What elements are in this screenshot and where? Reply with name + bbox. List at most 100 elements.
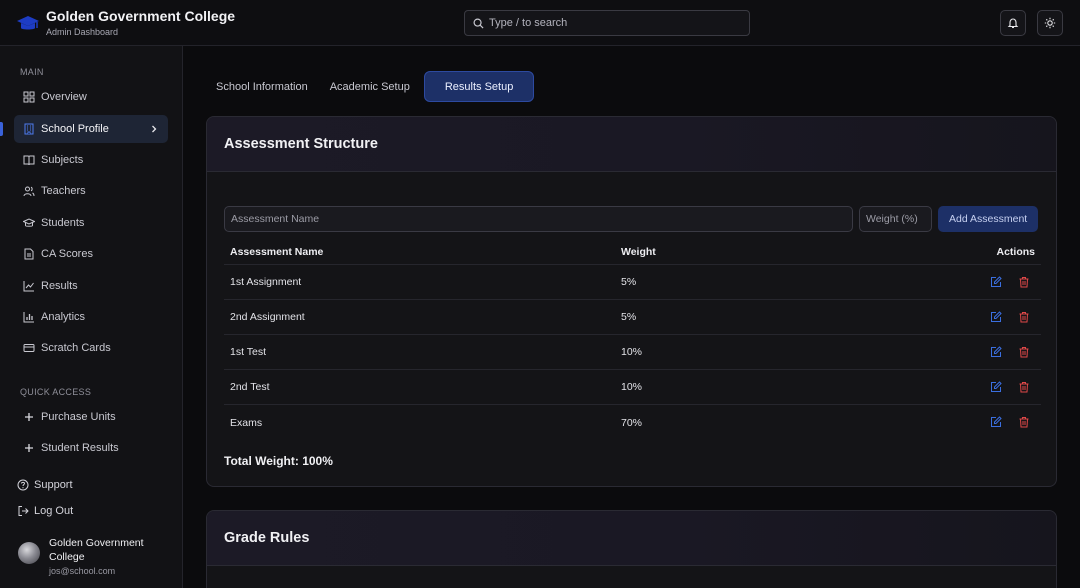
table-row: 2nd Assignment 5% (224, 300, 1041, 335)
bell-icon (1007, 17, 1019, 29)
settings-tabs: School Information Academic Setup Result… (206, 71, 536, 102)
grade-rules-card: Grade Rules (206, 510, 1057, 588)
card-header: Grade Rules (207, 511, 1056, 566)
bar-chart-icon (23, 311, 35, 323)
assessment-weight: 5% (621, 311, 637, 323)
user-email: jos@school.com (49, 566, 116, 576)
avatar (18, 542, 40, 564)
graduation-cap-icon (23, 217, 35, 229)
column-header-name: Assessment Name (230, 245, 324, 258)
assessment-name: 2nd Test (230, 381, 270, 393)
assessment-name: 1st Assignment (230, 276, 302, 288)
card-title: Assessment Structure (224, 136, 378, 152)
sidebar-item-results[interactable]: Results (14, 272, 168, 300)
trash-icon[interactable] (1018, 346, 1030, 358)
tab-results-setup[interactable]: Results Setup (423, 71, 535, 102)
tab-academic-setup[interactable]: Academic Setup (320, 71, 420, 102)
logout-icon (17, 505, 29, 517)
edit-icon[interactable] (990, 311, 1002, 323)
trash-icon[interactable] (1018, 381, 1030, 393)
theme-toggle-button[interactable] (1037, 10, 1063, 36)
sidebar-item-scratch-cards[interactable]: Scratch Cards (14, 334, 168, 362)
user-profile[interactable]: Golden Government College jos@school.com (18, 536, 159, 576)
assessment-weight: 5% (621, 276, 637, 288)
sidebar-item-label: Results (41, 280, 78, 292)
logout-link[interactable]: Log Out (17, 505, 73, 517)
quick-item-purchase-units[interactable]: Purchase Units (14, 403, 168, 431)
notifications-button[interactable] (1000, 10, 1026, 36)
table-row: 1st Assignment 5% (224, 265, 1041, 300)
users-icon (23, 185, 35, 197)
sidebar-item-label: Scratch Cards (41, 342, 111, 354)
search-input[interactable] (489, 17, 729, 29)
card-icon (23, 342, 35, 354)
table-header: Assessment Name Weight Actions (224, 239, 1041, 265)
card-header: Assessment Structure (207, 117, 1056, 172)
quick-item-student-results[interactable]: Student Results (14, 434, 168, 462)
edit-icon[interactable] (990, 381, 1002, 393)
assessment-table: Assessment Name Weight Actions 1st Assig… (224, 239, 1041, 440)
edit-icon[interactable] (990, 276, 1002, 288)
sidebar-item-ca-scores[interactable]: CA Scores (14, 240, 168, 268)
help-circle-icon (17, 479, 29, 491)
building-icon (23, 123, 35, 135)
column-header-weight: Weight (621, 245, 656, 258)
assessment-weight: 70% (621, 416, 643, 429)
trash-icon[interactable] (1018, 416, 1030, 428)
sidebar-item-label: Subjects (41, 154, 84, 166)
sidebar-item-subjects[interactable]: Subjects (14, 146, 168, 174)
quick-item-label: Purchase Units (41, 411, 116, 423)
grid-icon (23, 91, 35, 103)
user-name: Golden Government College (49, 537, 144, 563)
graduation-cap-icon (16, 12, 40, 36)
brand[interactable]: Golden Government College Admin Dashboar… (16, 8, 235, 39)
assessment-structure-card: Assessment Structure Add Assessment Asse… (206, 116, 1057, 487)
trash-icon[interactable] (1018, 276, 1030, 288)
quick-access-label: QUICK ACCESS (20, 387, 92, 397)
sun-icon (1044, 17, 1056, 29)
card-title: Grade Rules (224, 530, 310, 546)
search-box[interactable] (464, 10, 750, 36)
app-subtitle: Admin Dashboard (46, 27, 119, 37)
sidebar-item-overview[interactable]: Overview (14, 83, 168, 111)
sidebar-item-analytics[interactable]: Analytics (14, 303, 168, 331)
search-icon (473, 18, 484, 29)
sidebar: MAIN Overview School Profile Subjects Te… (0, 46, 183, 588)
main-section-label: MAIN (20, 67, 44, 77)
column-header-actions: Actions (996, 245, 1035, 258)
assessment-weight: 10% (621, 381, 643, 393)
table-row: 1st Test 10% (224, 335, 1041, 370)
assessment-name: Exams (230, 416, 263, 429)
logout-label: Log Out (34, 505, 74, 517)
support-link[interactable]: Support (17, 479, 73, 491)
table-row: 2nd Test 10% (224, 370, 1041, 405)
table-row: Exams 70% (224, 405, 1041, 440)
edit-icon[interactable] (990, 416, 1002, 428)
total-weight: Total Weight: 100% (224, 454, 333, 468)
active-indicator (0, 122, 3, 136)
add-assessment-button[interactable]: Add Assessment (938, 206, 1039, 232)
top-header: Golden Government College Admin Dashboar… (0, 0, 1080, 46)
chevron-right-icon (149, 124, 159, 134)
sidebar-item-school-profile[interactable]: School Profile (14, 115, 168, 143)
sidebar-item-teachers[interactable]: Teachers (14, 177, 168, 205)
weight-input[interactable] (859, 206, 932, 232)
sidebar-item-label: Overview (41, 91, 87, 103)
edit-icon[interactable] (990, 346, 1002, 358)
sidebar-item-label: Analytics (41, 311, 86, 323)
sidebar-item-label: Teachers (41, 185, 86, 197)
book-icon (23, 154, 35, 166)
sidebar-item-students[interactable]: Students (14, 209, 168, 237)
sidebar-item-label: Students (41, 217, 85, 229)
tab-school-information[interactable]: School Information (206, 71, 318, 102)
quick-item-label: Student Results (41, 442, 119, 454)
assessment-name-input[interactable] (224, 206, 853, 232)
assessment-weight: 10% (621, 346, 643, 358)
line-chart-icon (23, 280, 35, 292)
support-label: Support (34, 479, 73, 491)
assessment-name: 1st Test (230, 346, 266, 358)
document-icon (23, 248, 35, 260)
app-title: Golden Government College (46, 8, 236, 24)
trash-icon[interactable] (1018, 311, 1030, 323)
sidebar-item-label: CA Scores (41, 248, 93, 260)
